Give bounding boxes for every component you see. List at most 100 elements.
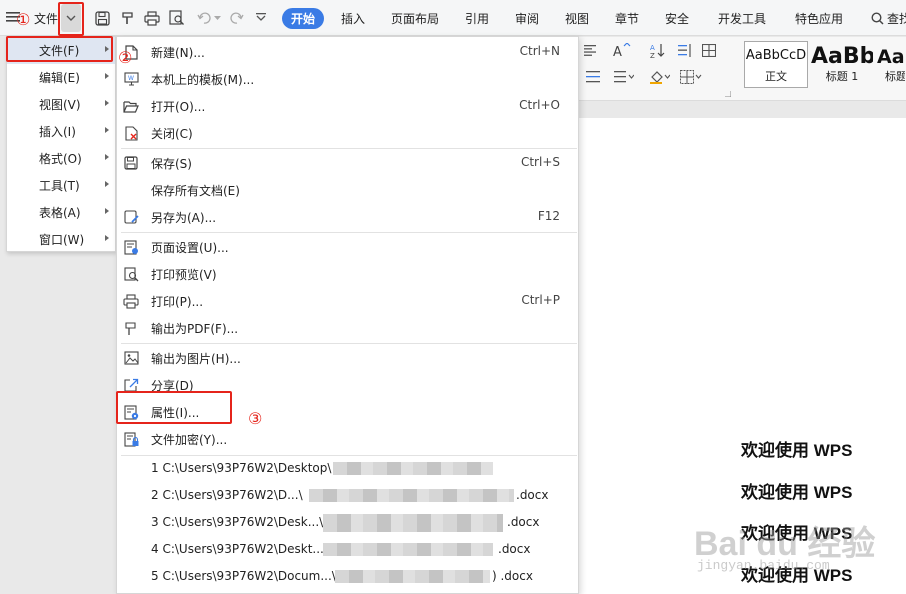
search-label[interactable]: 查找 [887,10,906,27]
borders-icon[interactable] [679,69,703,85]
submenu-arrow-icon [105,154,109,160]
close-doc-icon [123,125,139,141]
document-page[interactable]: 欢迎使用 WPS 欢迎使用 WPS 欢迎使用 WPS 欢迎使用 WPS Bai … [579,118,906,594]
search-icon[interactable] [870,11,884,25]
menu-save-shortcut: Ctrl+S [520,155,560,169]
menu-print-preview[interactable]: 打印预览(V) [117,260,578,287]
menu-print[interactable]: 打印(P)... Ctrl+P [117,287,578,314]
shading-icon[interactable] [649,69,671,85]
undo-icon[interactable] [195,9,213,27]
svg-text:A: A [650,44,655,52]
tab-security[interactable]: 安全 [665,10,689,27]
menu-item-label: 格式(O) [39,152,82,166]
recent-file-item[interactable]: 4 C:\Users\93P76W2\Deskt...\ .docx [117,536,578,563]
menu-new[interactable]: 新建(N)... Ctrl+N [117,38,578,65]
menu-item-window[interactable]: 窗口(W) [7,226,115,253]
tab-review[interactable]: 审阅 [515,10,539,27]
menu-item-view[interactable]: 视图(V) [7,91,115,118]
tab-start[interactable]: 开始 [282,8,324,29]
style-normal-sample: AaBbCcD [745,48,807,63]
file-menu-label[interactable]: 文件 [34,10,58,27]
style-heading-1-sample: AaBb [811,44,873,69]
tab-references[interactable]: 引用 [465,10,489,27]
menu-print-shortcut: Ctrl+P [521,293,560,307]
menu-item-tools[interactable]: 工具(T) [7,172,115,199]
tab-insert[interactable]: 插入 [341,10,365,27]
submenu-arrow-icon [105,100,109,106]
menu-save-as-shortcut: F12 [537,209,560,223]
undo-dropdown-icon[interactable] [213,14,221,22]
tab-page-layout[interactable]: 页面布局 [391,10,439,27]
menu-export-image[interactable]: 输出为图片(H)... [117,344,578,371]
submenu-arrow-icon [105,235,109,241]
print-preview-icon[interactable] [168,9,186,27]
blurred-filename [333,462,493,475]
style-normal[interactable]: AaBbCcD 正文 [744,41,808,88]
format-painter-icon[interactable] [118,9,136,27]
style-heading-1-label: 标题 1 [825,70,859,83]
print-icon [123,293,139,309]
style-heading-1[interactable]: AaBb 标题 1 [810,41,874,88]
style-normal-label: 正文 [765,70,787,83]
menu-export-pdf[interactable]: 输出为PDF(F)... [117,314,578,341]
menu-page-setup[interactable]: 页面设置(U)... [117,233,578,260]
print-icon[interactable] [143,9,161,27]
recent-file-ext: .docx [498,542,531,556]
tab-chapter[interactable]: 章节 [615,10,639,27]
font-size-increase-icon[interactable]: A [613,42,631,58]
tab-developer[interactable]: 开发工具 [718,10,766,27]
image-export-icon [123,350,139,366]
table-grid-icon[interactable] [701,43,717,57]
align-icon[interactable] [583,43,597,57]
annotation-step1: ① [16,10,31,29]
menu-export-image-label: 输出为图片(H)... [151,352,241,366]
sort-icon[interactable]: AZ [649,42,665,58]
tab-special-apps[interactable]: 特色应用 [795,10,843,27]
menu-open[interactable]: 打开(O)... Ctrl+O [117,92,578,119]
tab-view[interactable]: 视图 [565,10,589,27]
menu-save-as[interactable]: 另存为(A)... F12 [117,203,578,230]
ribbon-panel: A AZ AaBbCcD 正文 AaBb 标题 1 AaI 标题 [579,37,906,101]
indent-spacing-icon[interactable] [613,70,635,84]
menu-item-table[interactable]: 表格(A) [7,199,115,226]
save-icon [123,155,139,171]
menu-item-insert[interactable]: 插入(I) [7,118,115,145]
recent-file-item[interactable]: 5 C:\Users\93P76W2\Docum...\ ) .docx [117,563,578,590]
open-folder-icon [123,98,139,114]
recent-file-item[interactable]: 2 C:\Users\93P76W2\D...\ .docx [117,482,578,509]
quick-access-more-icon[interactable] [256,12,266,22]
encrypt-icon [123,431,139,447]
menu-templates[interactable]: W 本机上的模板(M)... [117,65,578,92]
blurred-filename [309,489,514,502]
distribute-icon[interactable] [585,70,601,84]
menu-page-setup-label: 页面设置(U)... [151,241,229,255]
menu-new-label: 新建(N)... [151,46,205,60]
recent-file-ext: ) .docx [492,569,533,583]
line-spacing-icon[interactable] [677,43,693,57]
redo-icon[interactable] [227,9,245,27]
style-heading-2[interactable]: AaI 标题 [876,41,906,88]
blurred-filename [323,514,503,532]
menu-item-edit[interactable]: 编辑(E) [7,64,115,91]
menu-close[interactable]: 关闭(C) [117,119,578,146]
recent-file-ext: .docx [516,488,549,502]
recent-file-item[interactable]: 3 C:\Users\93P76W2\Desk...\ .docx [117,509,578,536]
menu-print-preview-label: 打印预览(V) [151,268,217,282]
recent-file-ext: .docx [507,515,540,529]
paragraph-dialog-launcher-icon[interactable] [725,91,731,97]
menu-encrypt[interactable]: 文件加密(Y)... [117,425,578,452]
recent-file-item[interactable]: 1 C:\Users\93P76W2\Desktop\ [117,455,578,482]
menu-open-label: 打开(O)... [151,100,206,114]
svg-text:A: A [613,45,622,58]
save-icon[interactable] [93,9,111,27]
menu-save-label: 保存(S) [151,157,192,171]
menu-open-shortcut: Ctrl+O [519,98,560,112]
menu-item-label: 窗口(W) [39,233,85,247]
file-submenu: 新建(N)... Ctrl+N W 本机上的模板(M)... 打开(O)... … [116,36,579,594]
submenu-arrow-icon [105,181,109,187]
template-icon: W [123,71,139,87]
recent-file-path: 4 C:\Users\93P76W2\Deskt...\ [151,542,328,556]
menu-item-format[interactable]: 格式(O) [7,145,115,172]
menu-save[interactable]: 保存(S) Ctrl+S [117,149,578,176]
menu-save-all[interactable]: 保存所有文档(E) [117,176,578,203]
